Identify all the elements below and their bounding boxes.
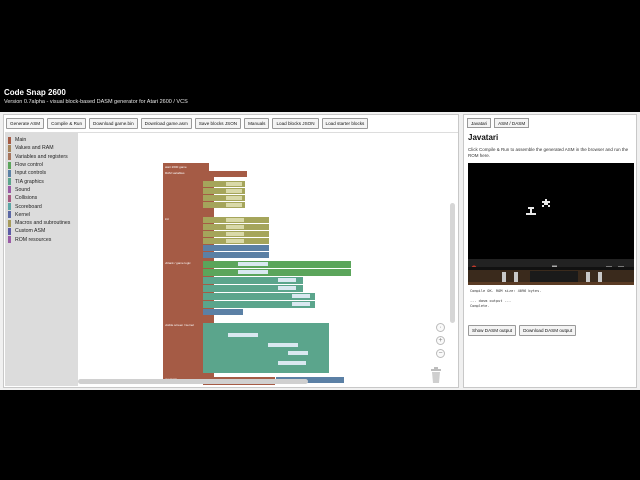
toolbox-category-rom-resources[interactable]: ROM resources xyxy=(5,236,78,244)
main-block xyxy=(163,163,209,381)
emulator-controls[interactable] xyxy=(468,259,634,271)
game-logic-blocks xyxy=(203,261,351,276)
load-starter-button[interactable]: Load starter blocks xyxy=(321,118,369,129)
category-color-swatch xyxy=(8,211,11,219)
toolbox-category-input-controls[interactable]: Input controls xyxy=(5,169,78,177)
category-label: Collisions xyxy=(15,195,38,202)
kernel-label: visible screen / kernel xyxy=(165,323,194,327)
category-label: Main xyxy=(15,137,27,144)
log-line: Complete. xyxy=(470,304,490,308)
blockly-workspace[interactable]: Main Values and RAM Variables and register… xyxy=(5,132,458,386)
category-label: Custom ASM xyxy=(15,228,46,235)
block-canvas[interactable]: atari 2600 game RAM variables init vblan… xyxy=(78,133,458,386)
output-panel: Javatari ASM / DASM Javatari Click Compi… xyxy=(463,114,637,388)
tab-asm-dasm[interactable]: ASM / DASM xyxy=(494,118,530,128)
ram-vars-label: RAM variables xyxy=(165,171,185,175)
compile-run-button[interactable]: Compile & Run xyxy=(47,118,87,129)
save-blocks-button[interactable]: Save blocks JSON xyxy=(194,118,242,129)
category-color-swatch xyxy=(8,161,11,169)
enemy-sprite xyxy=(526,207,536,215)
zoom-reset-icon[interactable]: · xyxy=(436,323,445,332)
load-blocks-button[interactable]: Load blocks JSON xyxy=(272,118,319,129)
kernel-block xyxy=(203,323,329,373)
emulator-screen[interactable] xyxy=(468,163,634,259)
category-label: Sound xyxy=(15,186,31,193)
toolbox-category-tia-graphics[interactable]: TIA graphics xyxy=(5,177,78,186)
category-label: ROM resources xyxy=(15,236,52,243)
category-label: Flow control xyxy=(15,162,43,169)
trash-icon[interactable] xyxy=(430,367,442,383)
block-toolbox: Main Values and RAM Variables and register… xyxy=(5,133,78,386)
category-color-swatch xyxy=(8,227,11,235)
game-sprites xyxy=(526,199,550,215)
app-title: Code Snap 2600 xyxy=(4,88,66,97)
download-asm-button[interactable]: Download game.asm xyxy=(140,118,192,129)
toolbox-category-flow-control[interactable]: Flow control xyxy=(5,161,78,169)
category-color-swatch xyxy=(8,236,11,244)
toolbox-category-main[interactable]: Main xyxy=(5,136,78,144)
compile-log: Compile OK. ROM size: 4096 bytes. --- da… xyxy=(468,287,634,321)
app-window: Code Snap 2600 Version 0.7alpha - visual… xyxy=(0,82,640,390)
category-label: Macros and subroutines xyxy=(15,220,71,227)
zoom-out-icon[interactable]: − xyxy=(436,349,445,358)
toolbox-category-sound[interactable]: Sound xyxy=(5,186,78,194)
category-color-swatch xyxy=(8,194,11,202)
download-bin-button[interactable]: Download game.bin xyxy=(89,118,138,129)
ram-vars-header xyxy=(203,171,247,177)
output-buttons: Show DASM output Download DASM output xyxy=(468,325,577,336)
category-color-swatch xyxy=(8,178,11,186)
atari-console-graphic xyxy=(468,267,634,285)
player-sprite xyxy=(542,199,550,207)
category-label: Input controls xyxy=(15,170,47,177)
horizontal-scrollbar[interactable] xyxy=(78,379,308,384)
toolbox-category-variables-and-registers[interactable]: Variables and registers xyxy=(5,153,78,161)
main-block-label: atari 2600 game xyxy=(165,165,187,169)
category-label: Kernel xyxy=(15,211,30,218)
category-color-swatch xyxy=(8,136,11,144)
init-label: init xyxy=(165,217,169,221)
category-label: TIA graphics xyxy=(15,178,44,185)
toolbox-category-kernel[interactable]: Kernel xyxy=(5,211,78,219)
category-label: Scoreboard xyxy=(15,203,42,210)
category-color-swatch xyxy=(8,144,11,152)
panel-heading: Javatari xyxy=(468,133,499,142)
panel-description: Click Compile & Run to assemble the gene… xyxy=(468,147,629,158)
output-tabs: Javatari ASM / DASM xyxy=(467,118,530,128)
app-subtitle: Version 0.7alpha - visual block-based DA… xyxy=(4,99,188,105)
category-color-swatch xyxy=(8,203,11,211)
toolbox-category-collisions[interactable]: Collisions xyxy=(5,194,78,202)
toolbox-category-macros-and-subroutines[interactable]: Macros and subroutines xyxy=(5,219,78,227)
toolbox-category-custom-asm[interactable]: Custom ASM xyxy=(5,227,78,235)
generate-asm-button[interactable]: Generate ASM xyxy=(6,118,45,129)
vertical-scrollbar[interactable] xyxy=(450,203,455,323)
block-program[interactable] xyxy=(78,133,458,386)
vblank-label: vblank / game logic xyxy=(165,261,191,265)
toolbox-category-values-and-ram[interactable]: Values and RAM xyxy=(5,144,78,152)
category-color-swatch xyxy=(8,219,11,227)
category-label: Variables and registers xyxy=(15,153,68,160)
app-header: Code Snap 2600 Version 0.7alpha - visual… xyxy=(0,82,640,112)
manuals-button[interactable]: Manuals xyxy=(244,118,270,129)
zoom-in-icon[interactable]: + xyxy=(436,336,445,345)
show-dasm-output-button[interactable]: Show DASM output xyxy=(468,325,517,336)
tab-javatari[interactable]: Javatari xyxy=(467,118,492,128)
category-color-swatch xyxy=(8,169,11,177)
toolbox-category-scoreboard[interactable]: Scoreboard xyxy=(5,202,78,211)
toolbar: Generate ASM Compile & Run Download game… xyxy=(6,118,369,130)
category-color-swatch xyxy=(8,153,11,161)
category-label: Values and RAM xyxy=(15,145,54,152)
download-dasm-output-button[interactable]: Download DASM output xyxy=(519,325,577,336)
category-color-swatch xyxy=(8,186,11,194)
editor-panel: Generate ASM Compile & Run Download game… xyxy=(3,114,459,388)
